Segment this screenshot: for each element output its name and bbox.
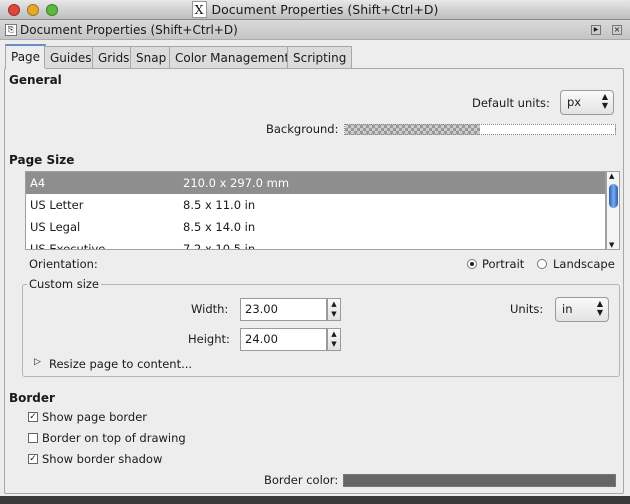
portrait-radio[interactable]: [467, 259, 477, 269]
minimize-button[interactable]: [27, 4, 39, 16]
border-color-button[interactable]: [343, 474, 616, 487]
height-label: Height:: [188, 332, 230, 346]
size-name: US Letter: [30, 198, 84, 212]
list-item[interactable]: A4 210.0 x 297.0 mm: [26, 172, 605, 194]
list-item[interactable]: US Legal 8.5 x 14.0 in: [26, 216, 605, 238]
page-size-heading: Page Size: [9, 153, 75, 167]
expander-triangle-icon[interactable]: ▷: [34, 357, 41, 367]
size-dims: 8.5 x 14.0 in: [183, 220, 256, 234]
resize-to-content-expander[interactable]: Resize page to content...: [49, 357, 192, 371]
show-border-shadow-checkbox[interactable]: ✓: [28, 454, 38, 464]
size-dims: 210.0 x 297.0 mm: [183, 176, 290, 190]
document-properties-icon: ⎘: [5, 24, 17, 36]
tab-grids[interactable]: Grids: [92, 46, 136, 68]
general-heading: General: [9, 73, 62, 87]
list-item[interactable]: US Executive 7.2 x 10.5 in: [26, 238, 605, 250]
window-titlebar: X Document Properties (Shift+Ctrl+D): [0, 0, 630, 20]
width-input[interactable]: 23.00: [240, 298, 327, 321]
border-on-top-label[interactable]: Border on top of drawing: [42, 431, 186, 445]
size-name: US Legal: [30, 220, 81, 234]
dock-title: Document Properties (Shift+Ctrl+D): [20, 23, 238, 37]
tab-scripting[interactable]: Scripting: [287, 46, 353, 68]
scroll-down-icon[interactable]: ▼: [609, 241, 614, 249]
size-name: US Executive: [30, 242, 106, 250]
orientation-label: Orientation:: [29, 257, 98, 271]
default-units-label: Default units:: [472, 96, 550, 110]
updown-arrows-icon: ▲ ▼: [601, 92, 608, 110]
landscape-radio[interactable]: [537, 259, 547, 269]
background-color-button[interactable]: [344, 124, 616, 135]
height-input[interactable]: 24.00: [240, 328, 327, 351]
dock-header: Document Properties (Shift+Ctrl+D): [0, 20, 630, 40]
default-units-combo[interactable]: px ▲ ▼: [560, 90, 614, 115]
border-color-label: Border color:: [264, 473, 339, 487]
close-panel-button[interactable]: ×: [612, 25, 622, 35]
scroll-up-icon[interactable]: ▲: [609, 172, 614, 180]
portrait-label[interactable]: Portrait: [482, 257, 524, 271]
zoom-button[interactable]: [46, 4, 58, 16]
tab-page[interactable]: Page: [5, 44, 47, 69]
units-combo[interactable]: in ▲ ▼: [555, 297, 609, 322]
close-button[interactable]: [8, 4, 20, 16]
width-spinner[interactable]: ▲ ▼: [327, 298, 341, 321]
tab-snap[interactable]: Snap: [130, 46, 173, 68]
tab-guides[interactable]: Guides: [44, 46, 98, 68]
window-title: Document Properties (Shift+Ctrl+D): [211, 2, 439, 17]
iconify-button[interactable]: ▶: [591, 25, 601, 35]
height-spinner[interactable]: ▲ ▼: [327, 328, 341, 351]
show-page-border-checkbox[interactable]: ✓: [28, 412, 38, 422]
show-border-shadow-label[interactable]: Show border shadow: [42, 452, 162, 466]
units-label: Units:: [510, 302, 544, 316]
show-page-border-label[interactable]: Show page border: [42, 410, 147, 424]
border-on-top-checkbox[interactable]: [28, 433, 38, 443]
landscape-label[interactable]: Landscape: [553, 257, 615, 271]
size-name: A4: [30, 176, 46, 190]
tab-color-management[interactable]: Color Management: [169, 46, 296, 68]
list-scrollbar[interactable]: ▲ ▼: [606, 171, 620, 250]
scroll-thumb[interactable]: [609, 184, 618, 208]
x11-icon: X: [191, 1, 207, 18]
border-heading: Border: [9, 391, 55, 405]
list-item[interactable]: US Letter 8.5 x 11.0 in: [26, 194, 605, 216]
default-units-value: px: [567, 95, 582, 109]
width-label: Width:: [191, 302, 229, 316]
background-label: Background:: [266, 122, 339, 136]
custom-size-legend: Custom size: [27, 277, 102, 291]
units-value: in: [562, 302, 573, 316]
size-dims: 8.5 x 11.0 in: [183, 198, 256, 212]
updown-arrows-icon: ▲ ▼: [596, 299, 603, 317]
size-dims: 7.2 x 10.5 in: [183, 242, 256, 250]
page-size-list[interactable]: A4 210.0 x 297.0 mm US Letter 8.5 x 11.0 i…: [25, 171, 606, 250]
